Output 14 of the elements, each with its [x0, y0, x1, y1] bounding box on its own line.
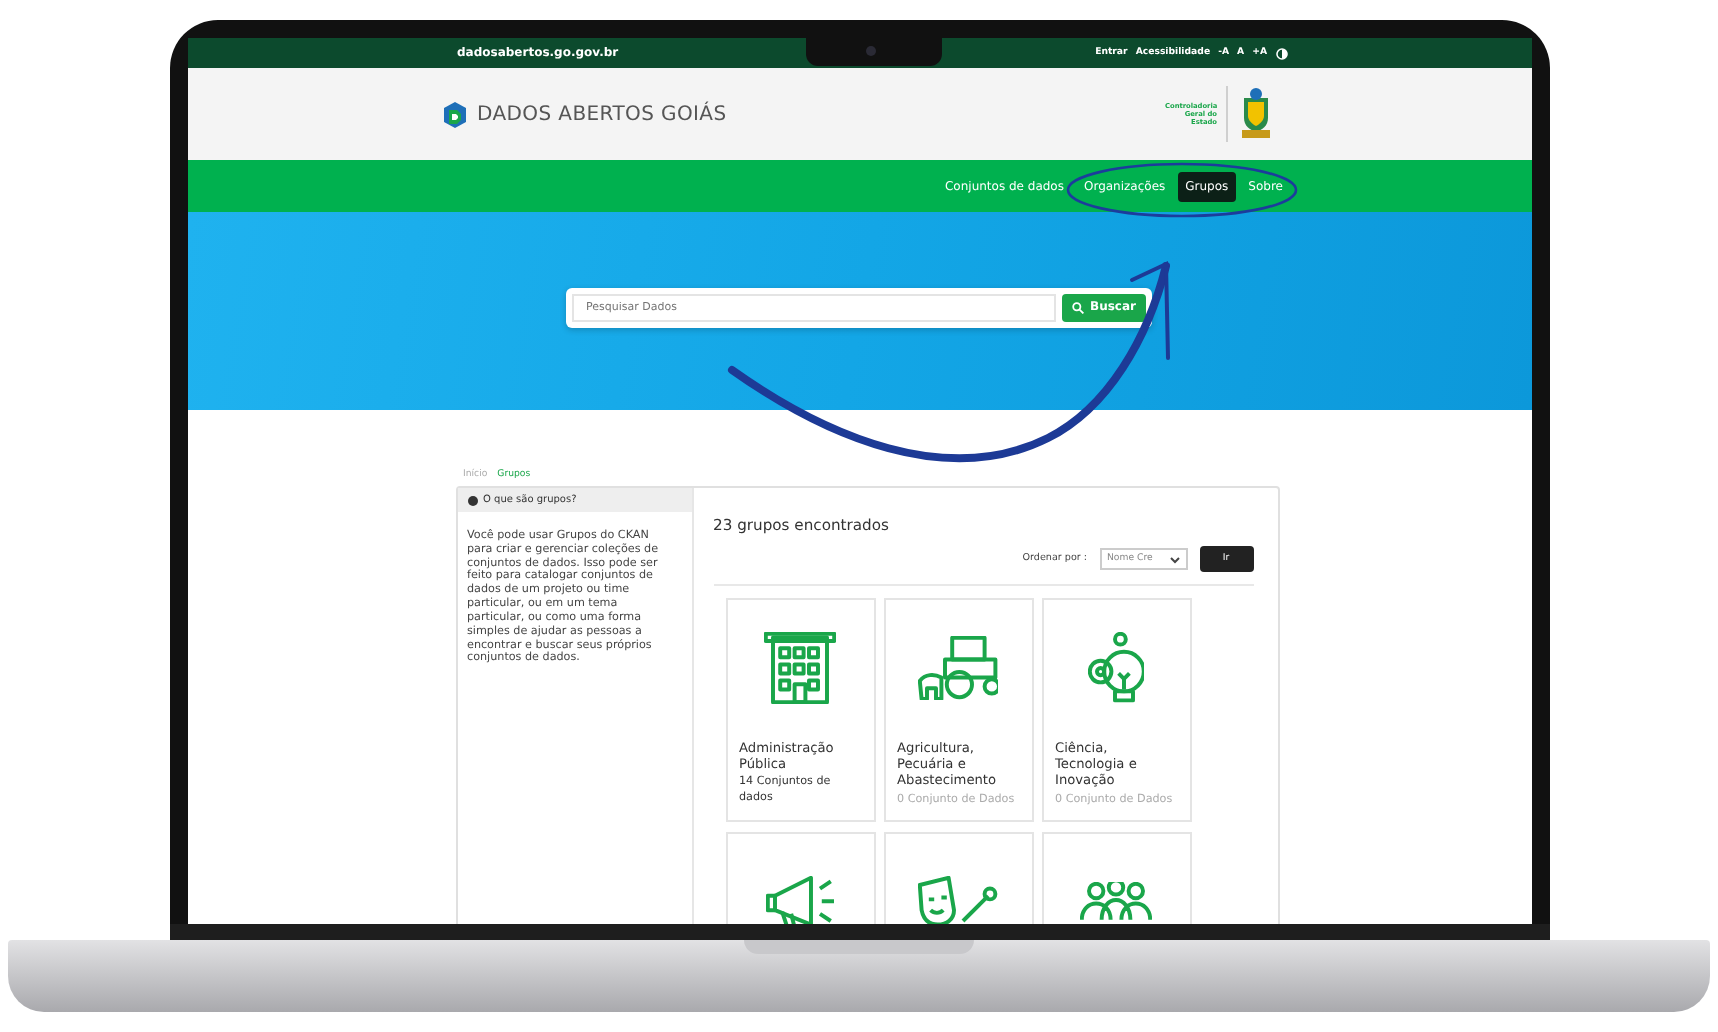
- site-logo-text: DADOS ABERTOS GOIÁS: [477, 103, 727, 125]
- people-icon: [1080, 882, 1152, 922]
- camera-notch: [805, 38, 941, 66]
- caret-icon: [1169, 555, 1179, 563]
- tractor-icon: [917, 636, 999, 700]
- search-icon: [1072, 301, 1085, 313]
- logo-icon: [443, 101, 465, 127]
- gear-lightbulb-icon: [1087, 632, 1145, 704]
- theater-masks-icon: [918, 876, 998, 924]
- info-icon: [467, 495, 477, 505]
- camera-icon: [865, 46, 875, 56]
- contrast-icon[interactable]: [1275, 47, 1287, 59]
- megaphone-icon: [765, 875, 835, 924]
- building-icon: [764, 632, 836, 704]
